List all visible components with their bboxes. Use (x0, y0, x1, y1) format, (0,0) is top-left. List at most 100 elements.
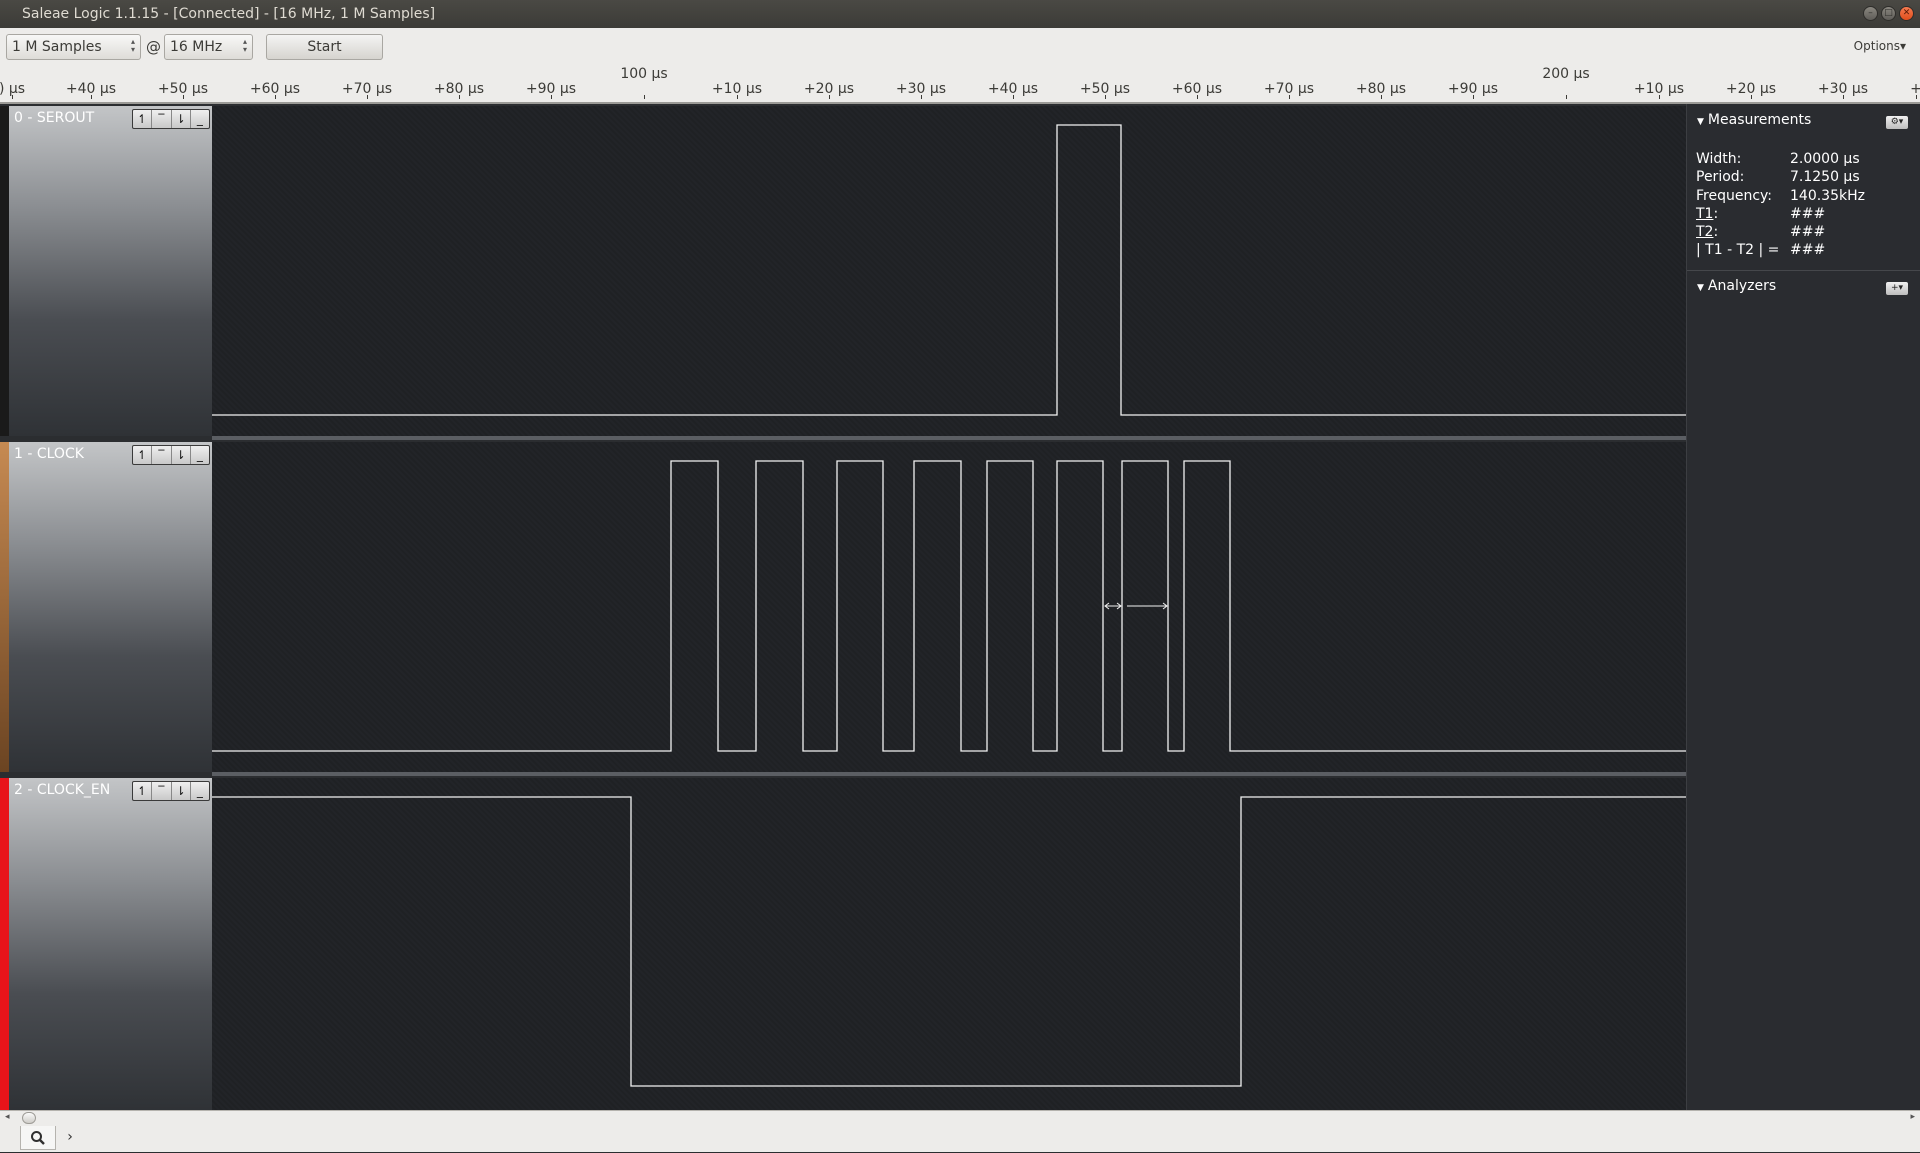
options-menu[interactable]: Options▾ (1854, 39, 1906, 53)
toolbar: 1 M Samples ▴ ▾ @ 16 MHz ▴ ▾ Start Options… (0, 28, 1920, 66)
ruler-tick-mark (275, 95, 276, 99)
channel-row-serout: 0 - SEROUT ↿ ‾ ⇂ _ (0, 106, 1686, 436)
analyzers-title: Analyzers (1707, 278, 1777, 294)
ruler-tick-mark (1381, 95, 1382, 99)
start-button[interactable]: Start (266, 34, 383, 60)
ruler-tick-mark (1197, 95, 1198, 99)
channel-separator (212, 436, 1686, 440)
channel-name: 1 - CLOCK (14, 446, 84, 462)
ruler-tick-mark (12, 95, 13, 99)
scroll-left-icon[interactable]: ◂ (5, 1111, 10, 1124)
channel-row-clock-en: 2 - CLOCK_EN ↿ ‾ ⇂ _ (0, 778, 1686, 1110)
low-level-icon[interactable]: _ (191, 446, 209, 464)
channel-label-panel[interactable]: 1 - CLOCK ↿ ‾ ⇂ _ (0, 442, 212, 772)
waveform-area[interactable] (212, 442, 1686, 772)
channel-separator (212, 772, 1686, 776)
scroll-right-icon[interactable]: ▸ (1910, 1111, 1915, 1124)
maximize-icon[interactable]: □ (1881, 6, 1896, 21)
t1-t2-diff-label: | T1 - T2 | = (1696, 242, 1780, 259)
channel-label-panel[interactable]: 0 - SEROUT ↿ ‾ ⇂ _ (0, 106, 212, 436)
waveform-serout (212, 124, 1686, 416)
channel-color-strip (0, 106, 9, 436)
falling-edge-icon[interactable]: ⇂ (172, 110, 191, 128)
ruler-tick-mark (1843, 95, 1844, 99)
channel-label-panel[interactable]: 2 - CLOCK_EN ↿ ‾ ⇂ _ (0, 778, 212, 1110)
add-analyzer-icon[interactable]: +▾ (1886, 282, 1908, 295)
ruler-tick-mark (367, 95, 368, 99)
samples-select[interactable]: 1 M Samples ▴ ▾ (6, 34, 141, 60)
rate-select[interactable]: 16 MHz ▴ ▾ (164, 34, 253, 60)
waveform-clock-en (212, 796, 1686, 1087)
trigger-buttons: ↿ ‾ ⇂ _ (132, 781, 210, 801)
at-label: @ (146, 38, 161, 56)
falling-edge-icon[interactable]: ⇂ (172, 446, 191, 464)
bottom-bar: › (0, 1124, 1920, 1152)
period-label: Period: (1696, 169, 1745, 186)
waveform-area[interactable] (212, 778, 1686, 1110)
spin-arrows-icon: ▴ ▾ (242, 37, 247, 54)
t2-value: ### (1790, 224, 1826, 241)
high-level-icon[interactable]: ‾ (152, 446, 172, 464)
low-level-icon[interactable]: _ (191, 782, 209, 800)
collapse-triangle-icon: ▼ (1697, 117, 1704, 127)
spin-arrows-icon: ▴ ▾ (130, 37, 135, 54)
frequency-value: 140.35kHz (1790, 187, 1865, 204)
minimize-icon[interactable]: – (1863, 6, 1878, 21)
measurements-header[interactable]: ▼ Measurements (1697, 112, 1811, 128)
channel-row-clock: 1 - CLOCK ↿ ‾ ⇂ _ (0, 442, 1686, 772)
ruler-major-label: 200 µs (1542, 66, 1590, 82)
t1-t2-diff-value: ### (1790, 242, 1826, 259)
ruler-tick-mark (91, 95, 92, 99)
scrollbar-thumb[interactable] (22, 1112, 36, 1124)
rising-edge-icon[interactable]: ↿ (133, 446, 153, 464)
high-level-icon[interactable]: ‾ (152, 110, 172, 128)
ruler-tick-mark (1105, 95, 1106, 99)
time-ruler[interactable]: 100 µs 200 µs ) µs +40 µs +50 µs +60 µs +70 … (0, 66, 1920, 104)
window-title: Saleae Logic 1.1.15 - [Connected] - [16 … (22, 6, 436, 22)
ruler-tick-mark (829, 95, 830, 99)
close-icon[interactable]: ✕ (1899, 6, 1914, 21)
ruler-tick-mark (737, 95, 738, 99)
trigger-buttons: ↿ ‾ ⇂ _ (132, 109, 210, 129)
low-level-icon[interactable]: _ (191, 110, 209, 128)
t1-value: ### (1790, 205, 1826, 222)
channel-color-strip (0, 778, 9, 1110)
side-panel: ▼ Measurements ⚙▾ Width: 2.0000 µs Period:… (1686, 104, 1920, 1110)
width-measurement-marker (1104, 602, 1168, 610)
ruler-tick-mark (1751, 95, 1752, 99)
measurements-list: Width: 2.0000 µs Period: 7.1250 µs Frequen… (1696, 151, 1865, 259)
ruler-tick-mark (1916, 95, 1917, 99)
samples-select-value: 1 M Samples (12, 39, 102, 55)
high-level-icon[interactable]: ‾ (152, 782, 172, 800)
chevron-right-icon[interactable]: › (60, 1126, 80, 1150)
t2-label[interactable]: T2 (1696, 224, 1713, 240)
horizontal-scrollbar[interactable]: ◂ ▸ (0, 1110, 1920, 1124)
window-titlebar: Saleae Logic 1.1.15 - [Connected] - [16 … (0, 0, 1920, 28)
collapse-triangle-icon: ▼ (1697, 283, 1704, 293)
ruler-tick-mark (551, 95, 552, 99)
width-value: 2.0000 µs (1790, 151, 1860, 167)
ruler-major-tick-mark (1566, 95, 1567, 99)
trigger-buttons: ↿ ‾ ⇂ _ (132, 445, 210, 465)
frequency-label: Frequency: (1696, 187, 1773, 204)
ruler-tick-mark (459, 95, 460, 99)
channel-name: 0 - SEROUT (14, 110, 95, 126)
ruler-tick-mark (183, 95, 184, 99)
rate-select-value: 16 MHz (170, 39, 223, 55)
window-controls: – □ ✕ (1863, 6, 1914, 21)
waveform-area[interactable] (212, 106, 1686, 436)
t1-label[interactable]: T1 (1696, 206, 1713, 222)
waveform-clock (212, 460, 1686, 752)
width-label: Width: (1696, 151, 1742, 167)
panel-divider (1687, 270, 1920, 271)
gear-icon[interactable]: ⚙▾ (1886, 116, 1908, 129)
ruler-tick-mark (1659, 95, 1660, 99)
ruler-tick-mark (1013, 95, 1014, 99)
rising-edge-icon[interactable]: ↿ (133, 110, 153, 128)
channel-color-strip (0, 442, 9, 772)
analyzers-header[interactable]: ▼ Analyzers (1697, 278, 1776, 294)
rising-edge-icon[interactable]: ↿ (133, 782, 153, 800)
falling-edge-icon[interactable]: ⇂ (172, 782, 191, 800)
ruler-tick-mark (1473, 95, 1474, 99)
search-icon[interactable] (20, 1126, 56, 1150)
